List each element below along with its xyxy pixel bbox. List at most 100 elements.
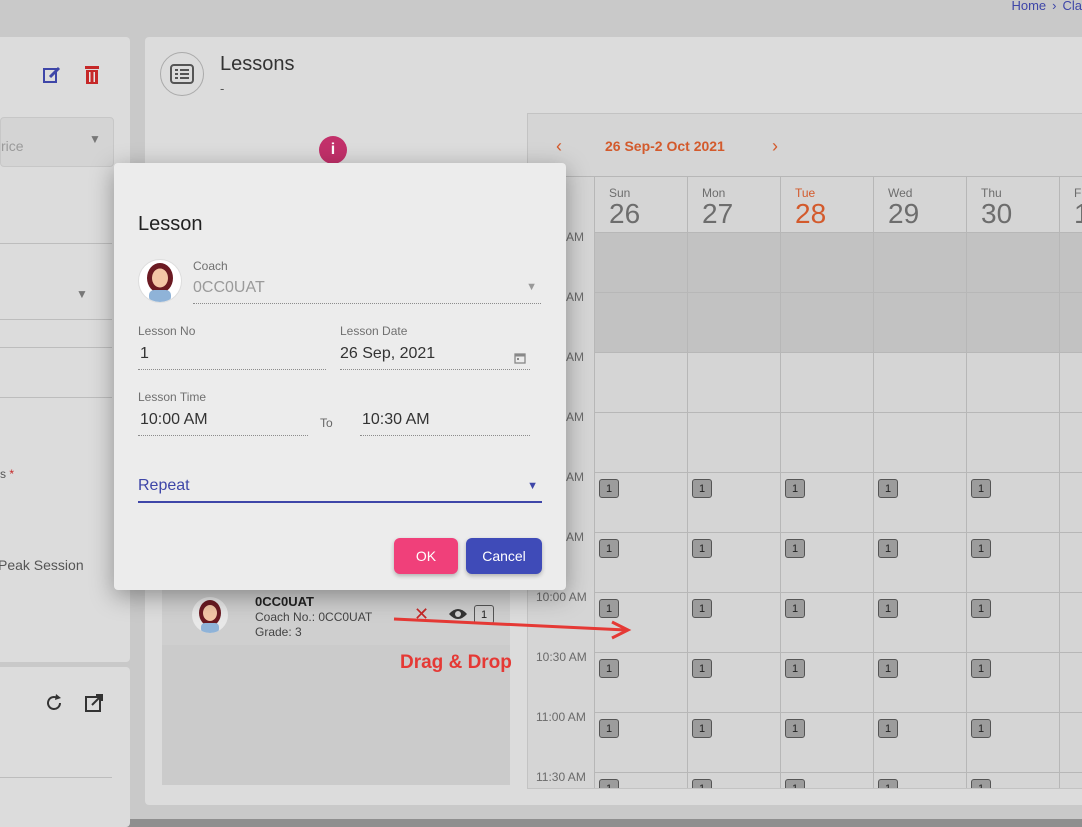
time-label: 11:00 AM [536,710,586,724]
time-label: AM [566,350,584,364]
info-icon[interactable]: i [319,136,347,164]
time-slot-row[interactable] [594,772,1082,788]
lesson-dialog: Lesson Coach 0CC0UAT ▼ Lesson No 1 Lesso… [114,163,566,590]
time-slot-row[interactable] [594,532,1082,593]
lesson-badge[interactable]: 1 [971,599,991,618]
lesson-badge[interactable]: 1 [785,779,805,788]
lesson-badge[interactable]: 1 [785,479,805,498]
repeat-select[interactable]: Repeat ▼ [138,473,542,503]
lesson-no-field[interactable]: 1 [138,343,326,370]
lesson-badge[interactable]: 1 [971,479,991,498]
to-label: To [320,416,333,430]
calendar-range-label: 26 Sep-2 Oct 2021 [605,138,725,154]
time-slot-row[interactable] [594,412,1082,473]
day-header-wed[interactable]: Wed 29 [873,176,967,232]
time-label: AM [566,530,584,544]
lesson-badge[interactable]: 1 [878,479,898,498]
lesson-badge[interactable]: 1 [692,479,712,498]
lesson-badge[interactable]: 1 [971,719,991,738]
coach-name: 0CC0UAT [255,594,314,609]
refresh-icon[interactable] [42,691,66,715]
time-slot-row[interactable] [594,652,1082,713]
time-slot-row[interactable] [594,712,1082,773]
divider [0,319,112,320]
lesson-badge[interactable]: 1 [878,599,898,618]
calendar-icon[interactable] [514,351,526,369]
open-in-new-icon[interactable] [82,691,106,715]
lesson-badge[interactable]: 1 [971,539,991,558]
day-header-mon[interactable]: Mon 27 [687,176,781,232]
dropdown-arrow-icon[interactable]: ▼ [76,287,88,301]
chevron-left-icon[interactable]: ‹ [556,136,562,157]
delete-icon[interactable] [80,63,104,87]
time-label: AM [566,230,584,244]
lesson-badge[interactable]: 1 [785,599,805,618]
lesson-badge[interactable]: 1 [692,659,712,678]
edit-icon[interactable] [40,63,64,87]
lesson-badge[interactable]: 1 [785,719,805,738]
ok-button[interactable]: OK [394,538,458,574]
time-from-value: 10:00 AM [140,411,208,428]
lesson-badge[interactable]: 1 [878,779,898,788]
avatar [138,259,182,303]
time-slot-row[interactable] [594,472,1082,533]
time-from-field[interactable]: 10:00 AM [138,409,308,436]
left-card-lower [0,667,130,827]
lesson-badge[interactable]: 1 [692,539,712,558]
day-header-thu[interactable]: Thu 30 [966,176,1060,232]
time-label: AM [566,290,584,304]
coach-select[interactable]: 0CC0UAT ▼ [193,277,541,304]
lesson-badge[interactable]: 1 [971,659,991,678]
day-header-fr[interactable]: Fr1 [1059,176,1082,232]
lesson-time-label: Lesson Time [138,390,207,404]
left-form-card: rice ▼ ▼ s * Peak Session [0,37,130,662]
avatar [192,597,228,633]
time-label: AM [566,470,584,484]
required-field-label: s * [0,467,15,481]
lesson-badge[interactable]: 1 [878,719,898,738]
day-header-tue[interactable]: Tue 28 [780,176,874,232]
chevron-right-icon[interactable]: › [772,136,778,157]
lesson-no-value: 1 [140,345,149,362]
lesson-badge[interactable]: 1 [878,539,898,558]
day-header-sun[interactable]: Sun 26 [594,176,688,232]
dropdown-arrow-icon: ▼ [527,480,538,492]
time-to-field[interactable]: 10:30 AM [360,409,530,436]
day-date: 28 [795,198,827,229]
day-date: 1 [1074,198,1082,230]
coach-label: Coach [193,259,228,273]
lesson-badge[interactable]: 1 [599,659,619,678]
time-slot-row[interactable] [594,592,1082,653]
breadcrumb: Home › Cla [1011,0,1082,13]
lesson-date-label: Lesson Date [340,324,408,338]
time-label: 11:30 AM [536,770,586,784]
day-date: 26 [609,198,641,229]
lesson-badge[interactable]: 1 [599,479,619,498]
lesson-badge[interactable]: 1 [599,539,619,558]
rice-select[interactable]: rice ▼ [0,117,114,167]
time-slot-row[interactable] [594,352,1082,413]
coach-grade: Grade: 3 [255,625,302,639]
lesson-date-field[interactable]: 26 Sep, 2021 [340,343,530,370]
lesson-badge[interactable]: 1 [692,719,712,738]
day-date: 30 [981,198,1013,229]
lesson-badge[interactable]: 1 [599,719,619,738]
time-slot-row[interactable] [594,232,1082,293]
lesson-badge[interactable]: 1 [599,779,619,788]
peak-session-label[interactable]: Peak Session [0,557,84,573]
lesson-badge[interactable]: 1 [971,779,991,788]
divider [0,243,112,244]
day-date: 29 [888,198,920,229]
time-to-value: 10:30 AM [362,411,430,428]
lesson-badge[interactable]: 1 [692,779,712,788]
time-slot-row[interactable] [594,292,1082,353]
breadcrumb-home[interactable]: Home [1011,0,1046,13]
lesson-no-label: Lesson No [138,324,196,338]
cancel-button[interactable]: Cancel [466,538,542,574]
lesson-badge[interactable]: 1 [692,599,712,618]
lesson-badge[interactable]: 1 [878,659,898,678]
drag-drop-annotation: Drag & Drop [400,652,512,673]
lesson-badge[interactable]: 1 [785,539,805,558]
dropdown-arrow-icon: ▼ [89,132,101,146]
lesson-badge[interactable]: 1 [785,659,805,678]
